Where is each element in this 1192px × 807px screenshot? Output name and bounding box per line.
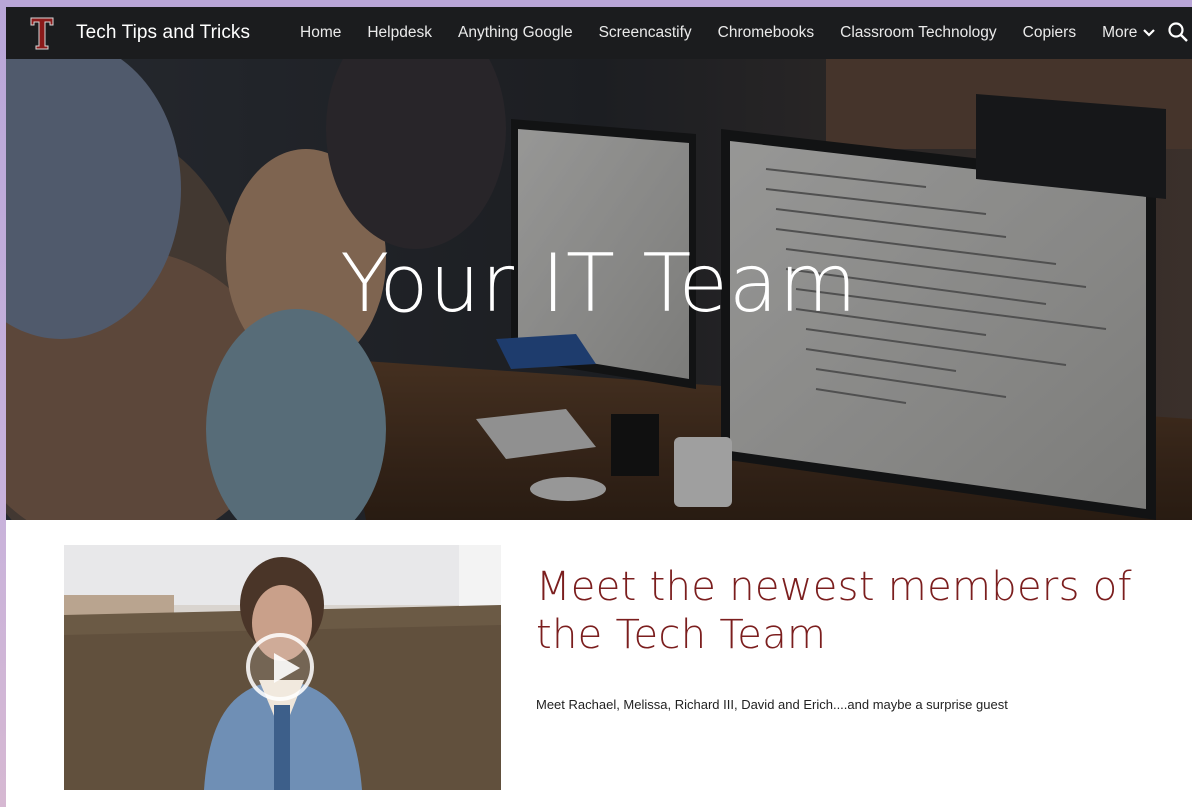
nav-anything-google[interactable]: Anything Google — [458, 24, 573, 42]
search-button[interactable] — [1166, 19, 1192, 47]
hero-banner: Your IT Team — [6, 59, 1192, 520]
play-icon[interactable] — [246, 633, 314, 701]
main-nav: Home Helpdesk Anything Google Screencast… — [300, 7, 1181, 59]
section-heading: Meet the newest members of the Tech Team — [536, 564, 1132, 658]
site-title[interactable]: Tech Tips and Tricks — [76, 22, 250, 44]
nav-classroom-technology[interactable]: Classroom Technology — [840, 24, 997, 42]
logo-t-icon — [30, 17, 54, 50]
video-thumbnail[interactable] — [64, 545, 501, 790]
hero-title: Your IT Team — [340, 237, 858, 330]
nav-copiers[interactable]: Copiers — [1023, 24, 1076, 42]
page-frame: Tech Tips and Tricks Home Helpdesk Anyth… — [6, 7, 1192, 807]
nav-more-label: More — [1102, 24, 1138, 41]
nav-screencastify[interactable]: Screencastify — [599, 24, 692, 42]
nav-helpdesk[interactable]: Helpdesk — [367, 24, 432, 42]
nav-more[interactable]: More — [1102, 24, 1156, 42]
section-description: Meet Rachael, Melissa, Richard III, Davi… — [536, 697, 1008, 712]
chevron-down-icon — [1143, 29, 1156, 37]
nav-home[interactable]: Home — [300, 24, 341, 42]
search-icon — [1168, 22, 1188, 42]
site-header: Tech Tips and Tricks Home Helpdesk Anyth… — [6, 7, 1192, 59]
site-logo[interactable] — [30, 15, 54, 51]
nav-chromebooks[interactable]: Chromebooks — [718, 24, 815, 42]
